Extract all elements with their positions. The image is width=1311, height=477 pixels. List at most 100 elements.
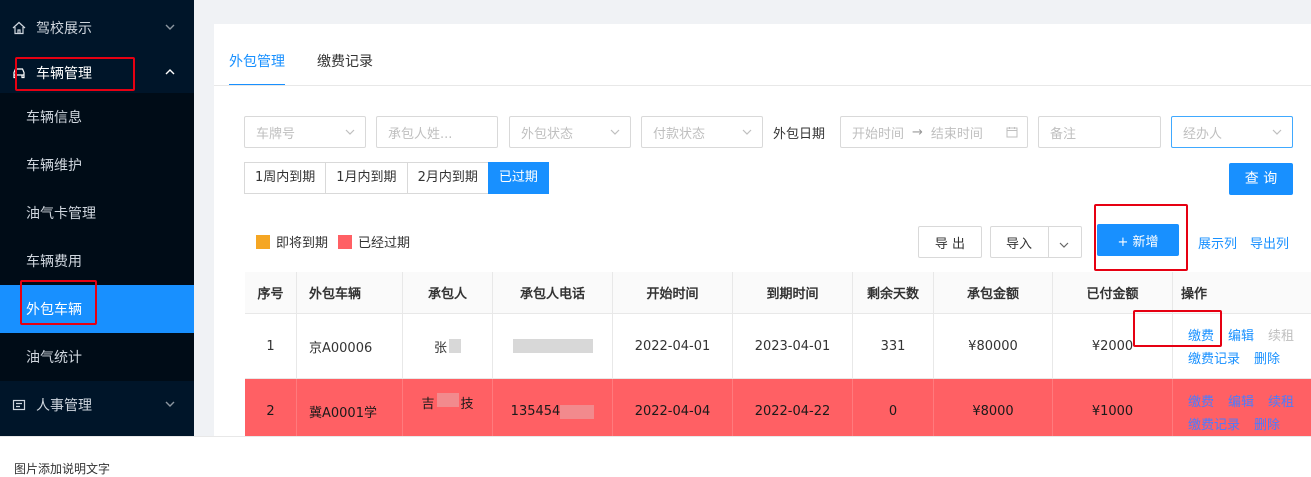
header-cell: 外包车辆 — [297, 272, 403, 313]
outsource-status-select[interactable]: 外包状态 — [509, 116, 631, 148]
calendar-icon — [1006, 126, 1018, 138]
menu-item-school-display[interactable]: 驾校展示 — [0, 4, 194, 52]
chevron-down-icon — [164, 398, 176, 410]
redaction-blur — [436, 393, 459, 407]
cell-phone: 135454 — [493, 379, 613, 444]
delete-link[interactable]: 删除 — [1254, 348, 1280, 367]
legend-label-expired: 已经过期 — [358, 236, 411, 251]
chevron-down-icon — [1272, 128, 1282, 136]
menu-item-label: 人事管理 — [36, 398, 92, 414]
home-icon — [12, 21, 26, 35]
tab-bar: 外包管理 缴费记录 — [229, 50, 405, 86]
redaction-blur — [512, 339, 593, 353]
submenu-fuel-card[interactable]: 油气卡管理 — [0, 189, 194, 237]
menu-item-hr-management[interactable]: 人事管理 — [0, 381, 194, 429]
outsource-status-placeholder: 外包状态 — [521, 126, 574, 142]
submenu-vehicle-maintenance[interactable]: 车辆维护 — [0, 141, 194, 189]
header-cell: 到期时间 — [733, 272, 853, 313]
header-cell: 承包人电话 — [493, 272, 613, 313]
legend-label-soon: 即将到期 — [276, 236, 329, 251]
contractor-name: 吉 — [421, 397, 435, 412]
chevron-down-icon — [345, 128, 355, 136]
add-button[interactable]: + 新增 — [1097, 224, 1179, 256]
renew-link[interactable]: 续租 — [1268, 391, 1294, 410]
cell-contractor: 吉 技 — [403, 379, 493, 444]
image-caption[interactable]: 图片添加说明文字 — [14, 460, 110, 477]
tab-divider — [214, 85, 1311, 86]
payment-status-placeholder: 付款状态 — [653, 126, 706, 142]
cell-no: 1 — [245, 314, 297, 378]
cell-start: 2022-04-04 — [613, 379, 733, 444]
phone-prefix: 135454 — [510, 404, 561, 419]
date-range-picker[interactable]: 开始时间 → 结束时间 — [840, 116, 1028, 148]
chevron-down-icon — [742, 128, 752, 136]
quick-range-expired[interactable]: 已过期 — [487, 162, 549, 194]
menu-item-vehicle-management[interactable]: 车辆管理 — [0, 49, 194, 97]
caption-bar — [0, 436, 1311, 477]
submenu-vehicle-cost[interactable]: 车辆费用 — [0, 237, 194, 285]
query-button[interactable]: 查 询 — [1229, 163, 1293, 195]
submenu-outsource-vehicle[interactable]: 外包车辆 — [0, 285, 194, 333]
cell-no: 2 — [245, 379, 297, 444]
edit-link[interactable]: 编辑 — [1228, 391, 1254, 410]
cell-ops: 缴费 编辑 续租 缴费记录 删除 — [1173, 379, 1311, 444]
menu-item-label: 驾校展示 — [36, 21, 92, 37]
header-cell: 序号 — [245, 272, 297, 313]
plate-select[interactable]: 车牌号 — [244, 116, 366, 148]
quick-range-1month[interactable]: 1月内到期 — [325, 162, 408, 194]
person-card-icon — [12, 398, 26, 412]
payment-status-select[interactable]: 付款状态 — [641, 116, 763, 148]
tab-payment-records[interactable]: 缴费记录 — [317, 50, 373, 86]
pay-link[interactable]: 缴费 — [1188, 325, 1214, 344]
handler-select[interactable]: 经办人 — [1171, 116, 1293, 148]
start-time-placeholder: 开始时间 — [852, 126, 905, 142]
header-cell: 承包金额 — [934, 272, 1053, 313]
delete-link[interactable]: 删除 — [1254, 414, 1280, 433]
legend-swatch-soon — [256, 234, 270, 249]
renew-link[interactable]: 续租 — [1268, 325, 1294, 344]
edit-link[interactable]: 编辑 — [1228, 325, 1254, 344]
cell-contractor: 张 — [403, 314, 493, 378]
import-button[interactable]: 导入 — [990, 226, 1082, 258]
cell-start: 2022-04-01 — [613, 314, 733, 378]
remark-input[interactable]: 备注 — [1038, 116, 1161, 148]
contractor-name-placeholder: 承包人姓... — [388, 126, 453, 142]
header-cell: 开始时间 — [613, 272, 733, 313]
contractor-name: 张 — [433, 340, 447, 356]
ops-line: 缴费 编辑 续租 — [1188, 325, 1308, 344]
export-button[interactable]: 导 出 — [918, 226, 982, 258]
import-divider — [1048, 227, 1049, 257]
chevron-up-icon — [164, 66, 176, 78]
payment-records-link[interactable]: 缴费记录 — [1188, 414, 1240, 433]
legend-swatch-expired — [338, 234, 353, 249]
cell-end: 2023-04-01 — [733, 314, 853, 378]
cell-days: 331 — [853, 314, 934, 378]
cell-end: 2022-04-22 — [733, 379, 853, 444]
cell-paid: ¥2000 — [1053, 314, 1173, 378]
header-cell: 剩余天数 — [853, 272, 934, 313]
menu-item-label: 车辆管理 — [36, 66, 92, 82]
pay-link[interactable]: 缴费 — [1188, 391, 1214, 410]
cell-amount: ¥80000 — [934, 314, 1053, 378]
cell-phone — [493, 314, 613, 378]
cell-ops: 缴费 编辑 续租 缴费记录 删除 — [1173, 314, 1311, 378]
ops-line: 缴费 编辑 续租 — [1188, 391, 1308, 410]
contractor-name-input[interactable]: 承包人姓... — [376, 116, 498, 148]
remark-placeholder: 备注 — [1050, 126, 1077, 142]
date-separator: → — [912, 124, 923, 140]
chevron-down-icon[interactable] — [1059, 238, 1069, 248]
cell-paid: ¥1000 — [1053, 379, 1173, 444]
header-cell: 操作 — [1181, 287, 1208, 302]
quick-range-1week[interactable]: 1周内到期 — [244, 162, 327, 194]
submenu-vehicle-info[interactable]: 车辆信息 — [0, 93, 194, 141]
show-columns-link[interactable]: 展示列 — [1198, 233, 1237, 252]
legend: 即将到期 已经过期 — [256, 232, 410, 251]
payment-records-link[interactable]: 缴费记录 — [1188, 348, 1240, 367]
redaction-blur — [449, 339, 461, 353]
quick-range-2month[interactable]: 2月内到期 — [406, 162, 489, 194]
cell-days: 0 — [853, 379, 934, 444]
contractor-name: 技 — [460, 397, 474, 412]
submenu-fuel-stats[interactable]: 油气统计 — [0, 333, 194, 381]
tab-outsource-management[interactable]: 外包管理 — [229, 50, 285, 86]
export-columns-link[interactable]: 导出列 — [1250, 233, 1289, 252]
